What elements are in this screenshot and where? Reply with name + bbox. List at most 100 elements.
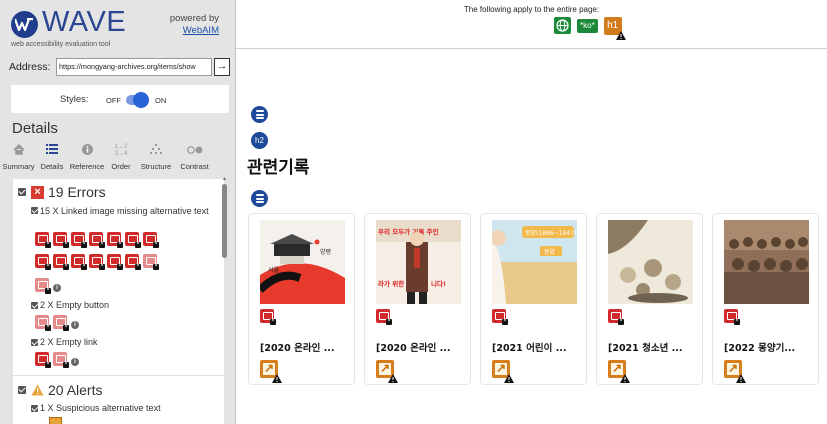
webaim-link[interactable]: WebAIM — [170, 25, 219, 37]
alert-item-label: 1 X Suspicious alternative text — [40, 403, 161, 413]
error-item-linked-image[interactable]: 15 X Linked image missing alternative te… — [31, 206, 211, 217]
linked-image-error-icon[interactable] — [35, 232, 51, 249]
language-badge[interactable]: *ko* — [577, 19, 598, 33]
card-title[interactable]: [2020 온라인 ... — [376, 340, 450, 354]
empty-link-error-icon[interactable] — [53, 352, 69, 369]
h2-structure-icon[interactable]: h2 — [251, 132, 268, 149]
info-icon[interactable]: i — [71, 358, 79, 366]
linked-image-error-icon[interactable] — [125, 232, 141, 249]
details-scrollbar[interactable] — [222, 184, 227, 258]
checkbox-icon[interactable] — [31, 405, 38, 412]
card-title[interactable]: [2020 온라인 ... — [260, 340, 334, 354]
wave-header: WAVE web accessibility evaluation tool p… — [0, 0, 235, 52]
address-row: Address: https://mongyang-archives.org/i… — [9, 58, 230, 77]
info-icon[interactable]: i — [53, 284, 61, 292]
suspicious-link-alert-icon[interactable] — [492, 360, 514, 383]
linked-image-error-icon[interactable] — [71, 254, 87, 271]
suspicious-link-alert-icon[interactable] — [608, 360, 630, 383]
card-thumbnail[interactable] — [608, 220, 693, 304]
svg-text:우리 모두가 기록 주인: 우리 모두가 기록 주인 — [378, 227, 439, 236]
h1-alert-badge[interactable]: h1 — [603, 17, 626, 40]
card-title[interactable]: [2021 어린이 ... — [492, 340, 566, 354]
linked-image-error-icon[interactable] — [107, 254, 123, 271]
linked-image-error-icon[interactable] — [492, 309, 508, 326]
linked-image-error-icon[interactable] — [724, 309, 740, 326]
checkbox-icon[interactable] — [18, 188, 26, 196]
linked-image-error-icon[interactable] — [107, 232, 123, 249]
list-structure-icon[interactable] — [251, 190, 268, 207]
errors-section-title[interactable]: × 19 Errors — [18, 184, 106, 200]
card-thumbnail[interactable] — [724, 220, 809, 304]
linked-image-error-icon[interactable] — [125, 254, 141, 271]
scroll-up-arrow-icon[interactable]: ▲ — [222, 176, 228, 182]
warning-icon — [736, 374, 746, 383]
error-item-empty-link[interactable]: 2 X Empty link — [31, 337, 98, 348]
linked-image-error-icon[interactable] — [143, 254, 159, 271]
empty-button-error-icon[interactable] — [35, 315, 51, 332]
linked-image-error-icon[interactable] — [89, 232, 105, 249]
empty-button-error-icon[interactable] — [53, 315, 69, 332]
tab-structure[interactable]: Structure — [135, 142, 177, 176]
globe-icon[interactable] — [554, 17, 571, 34]
alert-item-suspicious-alt[interactable]: 1 X Suspicious alternative text — [31, 403, 161, 414]
svg-text:몽양: 몽양 — [544, 248, 556, 256]
record-card[interactable]: 몽양(1886~1947) 몽양 [2021 어린이 ... — [480, 213, 587, 385]
record-card[interactable]: 우리 모두가 기록 주인 라가 위한 니다! [2020 온라인 ... — [364, 213, 471, 385]
card-title[interactable]: [2021 청소년 ... — [608, 340, 682, 354]
linked-image-error-icon[interactable] — [376, 309, 392, 326]
warning-icon — [615, 31, 626, 40]
card-title[interactable]: [2022 몽양기... — [724, 340, 795, 354]
checkbox-icon[interactable] — [31, 302, 38, 309]
card-thumbnail[interactable]: 양평 서울 — [260, 220, 345, 304]
errors-count: 19 Errors — [48, 184, 106, 200]
empty-link-error-icon[interactable] — [35, 352, 51, 369]
tab-summary[interactable]: Summary — [0, 142, 37, 176]
tab-contrast[interactable]: Contrast — [177, 142, 212, 176]
h1-label: h1 — [607, 20, 619, 31]
linked-image-error-icon[interactable] — [53, 232, 69, 249]
list-structure-icon[interactable] — [251, 106, 268, 123]
card-thumbnail[interactable]: 우리 모두가 기록 주인 라가 위한 니다! — [376, 220, 461, 304]
tab-label: Contrast — [180, 162, 209, 171]
checkbox-icon[interactable] — [18, 386, 26, 394]
details-panel: × 19 Errors 15 X Linked image missing al… — [13, 179, 224, 424]
tab-order[interactable]: 1→2 3→4 Order — [107, 142, 135, 176]
info-icon[interactable]: i — [71, 321, 79, 329]
tab-reference[interactable]: Reference — [67, 142, 107, 176]
linked-image-error-icon[interactable] — [143, 232, 159, 249]
linked-image-error-icon[interactable] — [35, 254, 51, 271]
styles-off-label: OFF — [106, 96, 121, 105]
record-card[interactable]: 양평 서울 [2020 온라인 ... — [248, 213, 355, 385]
tab-label: Details — [40, 162, 64, 171]
suspicious-link-alert-icon[interactable] — [376, 360, 398, 383]
tab-details[interactable]: Details — [37, 142, 67, 176]
linked-image-error-icon[interactable] — [35, 278, 51, 295]
linked-image-error-icon[interactable] — [260, 309, 276, 326]
address-input[interactable]: https://mongyang-archives.org/items/show — [56, 58, 212, 76]
alerts-section-title[interactable]: 20 Alerts — [18, 382, 102, 398]
card-thumbnail[interactable]: 몽양(1886~1947) 몽양 — [492, 220, 577, 304]
styles-toggle-knob[interactable] — [133, 92, 149, 108]
svg-text:라가 위한: 라가 위한 — [378, 279, 404, 288]
record-card[interactable]: [2021 청소년 ... — [596, 213, 703, 385]
record-card[interactable]: [2022 몽양기... — [712, 213, 819, 385]
warning-icon — [620, 374, 630, 383]
checkbox-icon[interactable] — [31, 207, 38, 214]
svg-text:몽양(1886~1947): 몽양(1886~1947) — [525, 229, 576, 237]
structure-icon — [135, 144, 177, 158]
page-heading: 관련기록 — [247, 158, 310, 178]
linked-image-error-icon[interactable] — [53, 254, 69, 271]
error-icon: × — [31, 185, 44, 199]
linked-image-error-icon[interactable] — [89, 254, 105, 271]
address-go-button[interactable]: → — [214, 58, 230, 76]
suspicious-alt-alert-icon[interactable] — [49, 417, 62, 424]
panel-tabs: Summary Details Reference 1→23→4 Order — [0, 142, 235, 176]
suspicious-link-alert-icon[interactable] — [260, 360, 282, 383]
linked-image-error-icon[interactable] — [608, 309, 624, 326]
linked-image-error-icon[interactable] — [71, 232, 87, 249]
details-heading: Details — [12, 120, 58, 137]
order-icon: 1→2 3→4 — [114, 144, 128, 157]
checkbox-icon[interactable] — [31, 339, 38, 346]
suspicious-link-alert-icon[interactable] — [724, 360, 746, 383]
error-item-empty-button[interactable]: 2 X Empty button — [31, 300, 109, 311]
